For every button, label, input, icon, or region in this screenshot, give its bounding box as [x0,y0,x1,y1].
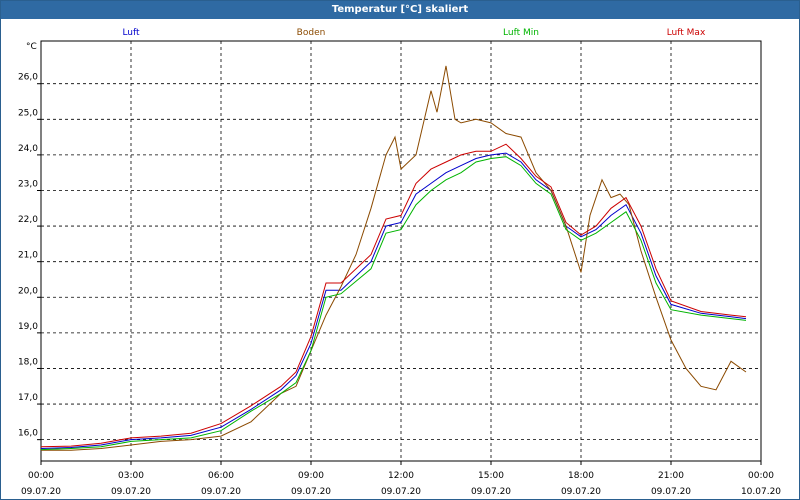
y-tick-label: 16,0 [18,429,38,439]
y-tick-label: 24,0 [18,144,38,154]
x-tick-time-label: 21:00 [658,471,684,481]
temperature-chart: Luft Boden Luft Min Luft Max °C 16,0 17,0 18,… [18,28,781,497]
y-tick-label: 23,0 [18,179,38,189]
y-axis-unit: °C [26,42,37,52]
y-tick-label: 17,0 [18,393,38,403]
y-tick-label: 21,0 [18,251,38,261]
x-tick-time-label: 06:00 [208,471,234,481]
y-tick-label: 26,0 [18,73,38,83]
x-tick-date-label: 09.07.20 [381,487,421,497]
chart-window: Temperatur [°C] skaliert Luft Boden Luft M… [0,0,800,500]
legend-entry: Boden [297,28,326,38]
x-tick-date-label: 09.07.20 [561,487,601,497]
x-tick-time-label: 09:00 [298,471,324,481]
legend-entry: Luft [122,28,140,38]
y-tick-label: 19,0 [18,322,38,332]
legend: Luft Boden Luft Min Luft Max [122,28,706,38]
x-tick-time-label: 00:00 [748,471,774,481]
x-tick-time-label: 18:00 [568,471,594,481]
x-tick-date-label: 09.07.20 [471,487,511,497]
y-axis: 16,0 17,0 18,0 19,0 20,0 21,0 22,0 23,0 24,0 25,0… [18,73,41,441]
x-tick-date-label: 10.07.20 [741,487,781,497]
y-tick-label: 22,0 [18,215,38,225]
x-tick-time-label: 15:00 [478,471,504,481]
y-tick-label: 18,0 [18,357,38,367]
x-tick-date-label: 09.07.20 [111,487,151,497]
x-tick-date-label: 09.07.20 [21,487,61,497]
x-tick-time-label: 12:00 [388,471,414,481]
y-tick-label: 25,0 [18,108,38,118]
x-tick-date-label: 09.07.20 [291,487,331,497]
x-tick-date-label: 09.07.20 [651,487,691,497]
x-tick-time-label: 03:00 [118,471,144,481]
x-axis: 00:00 09.07.20 03:00 09.07.20 06:00 09.07.20 0… [21,461,781,497]
legend-entry: Luft Max [667,28,706,38]
x-tick-time-label: 00:00 [28,471,54,481]
legend-entry: Luft Min [503,28,539,38]
x-tick-date-label: 09.07.20 [201,487,241,497]
y-tick-label: 20,0 [18,286,38,296]
